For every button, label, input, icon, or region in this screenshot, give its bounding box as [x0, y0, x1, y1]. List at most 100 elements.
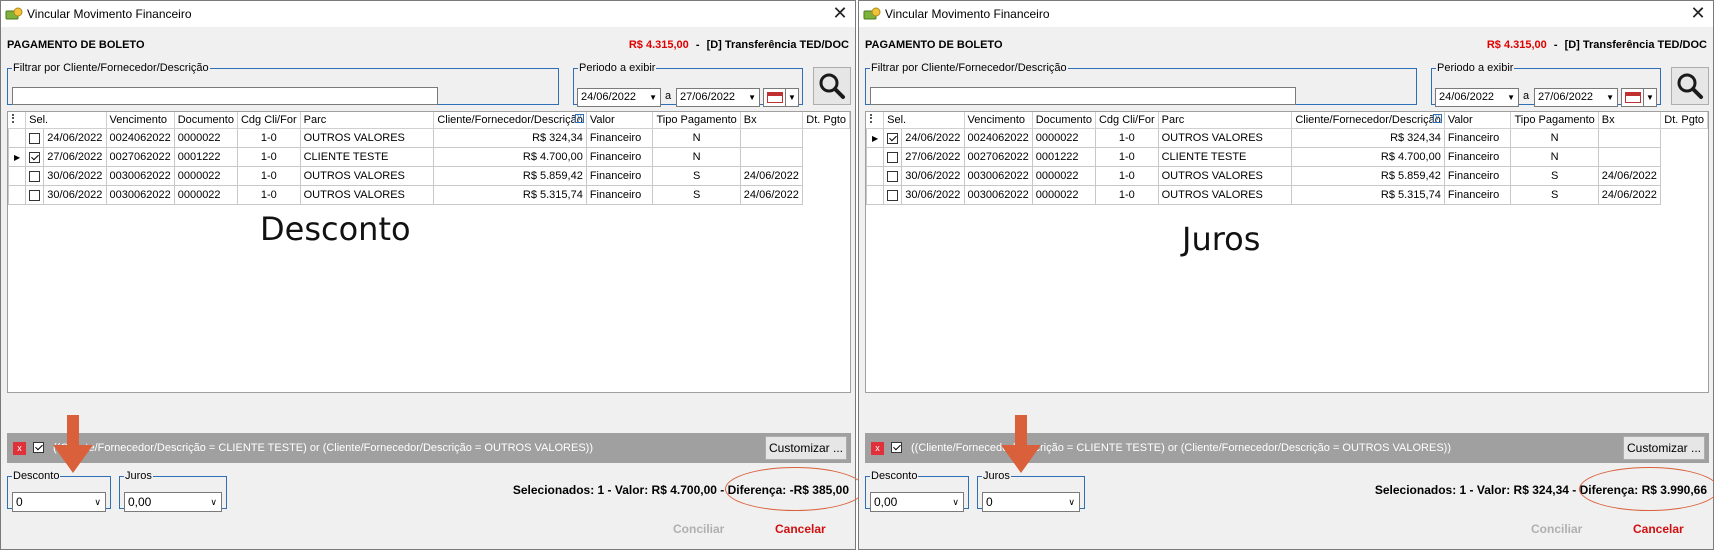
cell-bx: S [1510, 185, 1599, 205]
period-legend: Periodo a exibir [1437, 62, 1514, 74]
table-row[interactable]: 24/06/2022 0024062022 0000022 1-0 OUTROS… [7, 128, 850, 148]
column-filter-icon[interactable]: Y [574, 114, 584, 123]
cell-valor: R$ 324,34 [433, 128, 587, 148]
column-header-documento[interactable]: Documento [174, 112, 238, 129]
filter-input[interactable] [12, 87, 438, 105]
cancelar-button[interactable]: Cancelar [1633, 522, 1684, 536]
conciliar-button[interactable]: Conciliar [673, 522, 724, 536]
filter-expression[interactable]: ((Cliente/Fornecedor/Descrição = CLIENTE… [53, 442, 593, 454]
table-row[interactable]: 30/06/2022 0030062022 0000022 1-0 OUTROS… [7, 185, 850, 205]
desconto-select[interactable]: 0,00 ∨ [870, 492, 964, 512]
movements-table: Sel. Vencimento Documento Cdg Cli/For Parc Cl… [7, 112, 850, 205]
column-header-vencimento[interactable]: Vencimento [964, 112, 1033, 129]
column-header-parc[interactable]: Parc [300, 112, 435, 129]
close-icon[interactable]: ✕ [829, 3, 851, 25]
table-header-row: Sel. Vencimento Documento Cdg Cli/For Parc Cl… [866, 112, 1708, 129]
vincular-window: Vincular Movimento Financeiro ✕ PAGAMENT… [858, 0, 1714, 550]
table-header-row: Sel. Vencimento Documento Cdg Cli/For Parc Cl… [8, 112, 850, 129]
title-bar: Vincular Movimento Financeiro ✕ [859, 1, 1713, 27]
calendar-button[interactable]: ▼ [763, 88, 799, 107]
cell-cliente: OUTROS VALORES [1157, 185, 1293, 205]
row-select-checkbox[interactable] [883, 128, 903, 148]
column-header-cliente[interactable]: Cliente/Fornecedor/Descrição Y [433, 112, 587, 129]
date-to-picker[interactable]: 27/06/2022 ▼ [1534, 88, 1618, 107]
filter-bar: x ((Cliente/Fornecedor/Descrição = CLIEN… [865, 433, 1709, 463]
chevron-down-icon[interactable]: ▼ [785, 89, 798, 106]
column-header-cliente[interactable]: Cliente/Fornecedor/Descrição Y [1291, 112, 1445, 129]
desconto-select[interactable]: 0 ∨ [12, 492, 106, 512]
cell-cdg-cli-for: 0000022 [173, 185, 238, 205]
money-icon [863, 7, 881, 20]
table-row[interactable]: 30/06/2022 0030062022 0000022 1-0 OUTROS… [865, 185, 1708, 205]
column-header-sel[interactable]: Sel. [25, 112, 107, 129]
table-row[interactable]: 30/06/2022 0030062022 0000022 1-0 OUTROS… [7, 166, 850, 186]
column-header-parc[interactable]: Parc [1158, 112, 1293, 129]
column-header-cdg-cli-for[interactable]: Cdg Cli/For [1095, 112, 1159, 129]
cell-vencimento: 24/06/2022 [43, 128, 107, 148]
calendar-button[interactable]: ▼ [1621, 88, 1657, 107]
cell-tipo-pagamento: Financeiro [1443, 128, 1512, 148]
clear-filter-icon[interactable]: x [13, 442, 26, 455]
cancelar-button[interactable]: Cancelar [775, 522, 826, 536]
column-header-bx[interactable]: Bx [1598, 112, 1662, 129]
chevron-down-icon: ∨ [1068, 497, 1075, 507]
filter-group: Filtrar por Cliente/Fornecedor/Descrição [7, 63, 559, 105]
search-button[interactable] [1671, 67, 1709, 105]
column-header-valor[interactable]: Valor [1444, 112, 1512, 129]
column-header-bx[interactable]: Bx [740, 112, 804, 129]
date-to-picker[interactable]: 27/06/2022 ▼ [676, 88, 760, 107]
clear-filter-icon[interactable]: x [871, 442, 884, 455]
date-from-picker[interactable]: 24/06/2022 ▼ [1435, 88, 1519, 107]
column-header-cdg-cli-for[interactable]: Cdg Cli/For [237, 112, 301, 129]
cell-parc: 1-0 [1094, 166, 1159, 186]
column-chooser[interactable] [866, 112, 885, 129]
conciliar-button[interactable]: Conciliar [1531, 522, 1582, 536]
juros-select[interactable]: 0,00 ∨ [124, 492, 222, 512]
juros-group: Juros 0 ∨ [977, 471, 1085, 512]
cell-tipo-pagamento: Financeiro [1443, 166, 1512, 186]
customize-button[interactable]: Customizar ... [765, 436, 847, 460]
search-button[interactable] [813, 67, 851, 105]
column-header-sel[interactable]: Sel. [883, 112, 965, 129]
table-row[interactable]: ▶ 24/06/2022 0024062022 0000022 1-0 OUTR… [865, 128, 1708, 148]
filter-expression[interactable]: ((Cliente/Fornecedor/Descrição = CLIENTE… [911, 442, 1451, 454]
filter-active-checkbox[interactable] [891, 442, 902, 453]
row-select-checkbox[interactable] [883, 166, 903, 186]
cell-parc: 1-0 [1094, 128, 1159, 148]
row-select-checkbox[interactable] [25, 166, 45, 186]
table-row[interactable]: 27/06/2022 0027062022 0001222 1-0 CLIENT… [865, 147, 1708, 167]
row-select-checkbox[interactable] [883, 147, 903, 167]
date-from-picker[interactable]: 24/06/2022 ▼ [577, 88, 661, 107]
desconto-group: Desconto 0 ∨ [7, 471, 111, 512]
close-icon[interactable]: ✕ [1687, 3, 1709, 25]
cell-cliente: OUTROS VALORES [1157, 128, 1293, 148]
column-header-vencimento[interactable]: Vencimento [106, 112, 175, 129]
column-filter-icon[interactable]: Y [1432, 114, 1442, 123]
column-header-tipo-pagamento[interactable]: Tipo Pagamento [1510, 112, 1599, 129]
period-group: Periodo a exibir 24/06/2022 ▼ a 27/06/202… [573, 63, 803, 107]
column-header-dt-pgto[interactable]: Dt. Pgto [1660, 112, 1708, 129]
filter-active-checkbox[interactable] [33, 442, 44, 453]
header-separator: - [695, 39, 700, 51]
header-info: R$ 4.315,00 - [D] Transferência TED/DOC [1487, 39, 1707, 51]
table-row[interactable]: ▶ 27/06/2022 0027062022 0001222 1-0 CLIE… [7, 147, 850, 167]
row-select-checkbox[interactable] [25, 185, 45, 205]
cell-documento: 0030062022 [963, 185, 1033, 205]
cell-cliente: CLIENTE TESTE [299, 147, 435, 167]
column-header-valor[interactable]: Valor [586, 112, 654, 129]
cell-cdg-cli-for: 0000022 [173, 166, 238, 186]
juros-select[interactable]: 0 ∨ [982, 492, 1080, 512]
desconto-legend: Desconto [871, 470, 918, 482]
row-select-checkbox[interactable] [25, 147, 45, 167]
column-header-documento[interactable]: Documento [1032, 112, 1096, 129]
annotation-label: Desconto [260, 210, 411, 248]
row-select-checkbox[interactable] [25, 128, 45, 148]
column-header-tipo-pagamento[interactable]: Tipo Pagamento [652, 112, 741, 129]
chevron-down-icon[interactable]: ▼ [1643, 89, 1656, 106]
column-header-dt-pgto[interactable]: Dt. Pgto [802, 112, 850, 129]
customize-button[interactable]: Customizar ... [1623, 436, 1705, 460]
row-select-checkbox[interactable] [883, 185, 903, 205]
filter-input[interactable] [870, 87, 1296, 105]
column-chooser[interactable] [8, 112, 27, 129]
table-row[interactable]: 30/06/2022 0030062022 0000022 1-0 OUTROS… [865, 166, 1708, 186]
